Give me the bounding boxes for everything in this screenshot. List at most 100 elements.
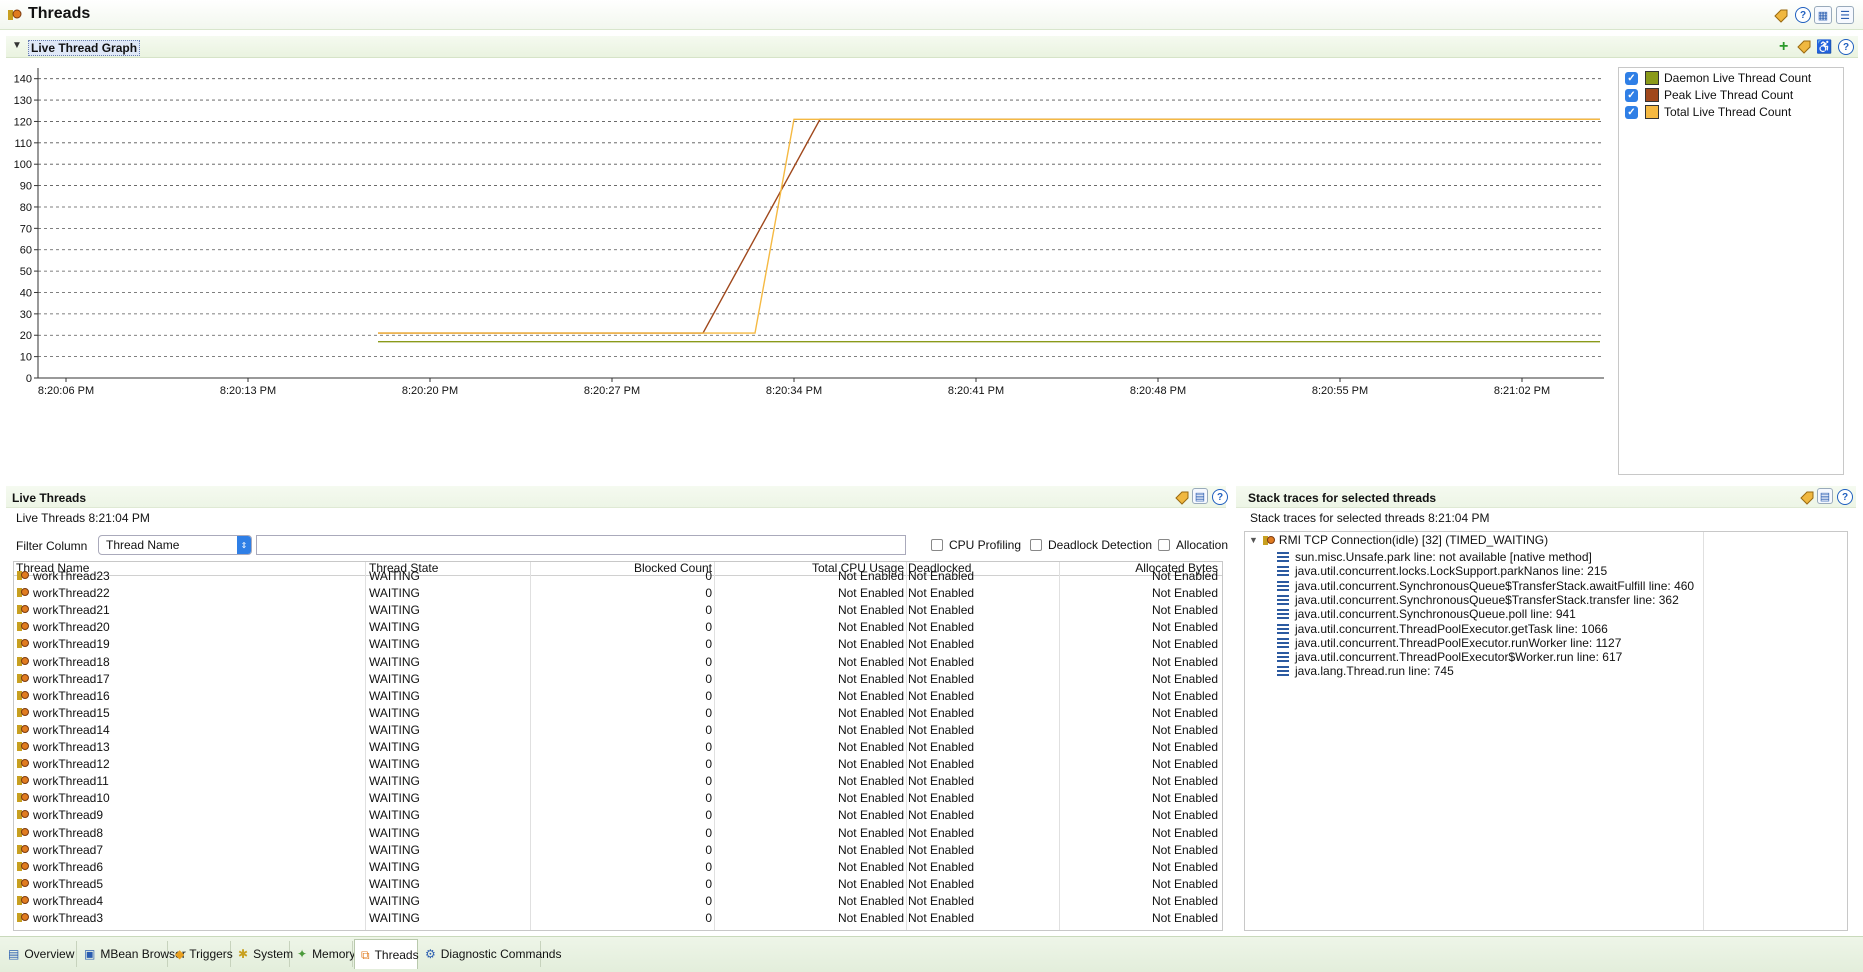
- reset-zoom-icon[interactable]: ♿: [1816, 39, 1832, 55]
- cpu-profiling-option[interactable]: CPU Profiling: [931, 538, 1021, 552]
- cell-blocked-count: 0: [705, 603, 712, 618]
- table-row[interactable]: workThread12 WAITING 0 Not Enabled Not Enabl…: [14, 756, 1222, 773]
- cell-allocated-bytes: Not Enabled: [1151, 705, 1218, 720]
- legend-item-daemon[interactable]: ✓ Daemon Live Thread Count: [1625, 70, 1811, 86]
- cell-deadlocked: Not Enabled: [908, 654, 975, 669]
- tab-overview[interactable]: ▤ Overview: [2, 941, 77, 967]
- tab-mbean-browser[interactable]: ▣ MBean Browser: [78, 941, 186, 967]
- table-row[interactable]: workThread6 WAITING 0 Not Enabled Not Enable…: [14, 859, 1222, 876]
- cell-total-cpu-usage: Not Enabled: [837, 859, 904, 874]
- refresh-icon[interactable]: [1799, 489, 1815, 508]
- checkbox-unchecked-icon[interactable]: [1158, 539, 1170, 551]
- table-row[interactable]: workThread3 WAITING 0 Not Enabled Not Enable…: [14, 910, 1222, 927]
- legend-label: Total Live Thread Count: [1664, 105, 1792, 119]
- deadlock-detection-option[interactable]: Deadlock Detection: [1030, 538, 1152, 552]
- cell-thread-state: WAITING: [369, 603, 420, 618]
- filter-column-label: Filter Column: [16, 539, 88, 553]
- cell-deadlocked: Not Enabled: [908, 808, 975, 823]
- triggers-icon: ◆: [175, 947, 185, 961]
- help-icon[interactable]: ?: [1795, 7, 1811, 23]
- stack-trace-tree[interactable]: ▼ RMI TCP Connection(idle) [32] (TIMED_W…: [1244, 531, 1848, 931]
- checkbox-checked-icon[interactable]: ✓: [1625, 88, 1638, 102]
- graph-section-header[interactable]: ▼ Live Thread Graph + ♿ ?: [6, 36, 1858, 58]
- x-tick-label: 8:20:48 PM: [1130, 385, 1186, 397]
- table-row[interactable]: workThread17 WAITING 0 Not Enabled Not Enabl…: [14, 671, 1222, 688]
- cell-allocated-bytes: Not Enabled: [1151, 603, 1218, 618]
- thread-icon: [16, 808, 30, 821]
- table-row[interactable]: workThread20 WAITING 0 Not Enabled Not Enabl…: [14, 619, 1222, 636]
- tab-label: Diagnostic Commands: [440, 947, 562, 961]
- add-icon[interactable]: +: [1779, 38, 1788, 56]
- table-row[interactable]: workThread7 WAITING 0 Not Enabled Not Enable…: [14, 842, 1222, 859]
- cell-allocated-bytes: Not Enabled: [1151, 688, 1218, 703]
- expand-triangle-icon[interactable]: ▼: [1249, 532, 1258, 549]
- checkbox-unchecked-icon[interactable]: [931, 539, 943, 551]
- list-layout-icon[interactable]: ☰: [1836, 6, 1854, 24]
- thread-name-text: workThread18: [33, 654, 110, 669]
- allocation-option[interactable]: Allocation: [1158, 538, 1228, 552]
- threads-icon: ⧉: [361, 947, 370, 962]
- thread-table[interactable]: Thread Name Thread State Blocked Count T…: [13, 561, 1223, 931]
- table-row[interactable]: workThread14 WAITING 0 Not Enabled Not Enabl…: [14, 722, 1222, 739]
- grid-layout-icon[interactable]: ▦: [1814, 6, 1832, 24]
- stack-frame-icon: [1277, 666, 1289, 677]
- table-row[interactable]: workThread22 WAITING 0 Not Enabled Not Enabl…: [14, 585, 1222, 602]
- x-tick-label: 8:20:06 PM: [38, 385, 94, 397]
- table-row[interactable]: workThread15 WAITING 0 Not Enabled Not Enabl…: [14, 705, 1222, 722]
- tree-thread-node[interactable]: ▼ RMI TCP Connection(idle) [32] (TIMED_W…: [1249, 532, 1548, 549]
- cell-deadlocked: Not Enabled: [908, 569, 975, 583]
- tab-system[interactable]: ✱ System: [232, 941, 293, 967]
- table-settings-icon[interactable]: ▤: [1817, 488, 1833, 504]
- y-tick-label: 100: [14, 159, 32, 171]
- cell-thread-state: WAITING: [369, 791, 420, 806]
- help-icon[interactable]: ?: [1838, 39, 1854, 55]
- graph-section-label[interactable]: Live Thread Graph: [28, 40, 141, 56]
- help-icon[interactable]: ?: [1212, 489, 1228, 505]
- cpu-profiling-label: CPU Profiling: [949, 538, 1022, 552]
- table-row[interactable]: workThread8 WAITING 0 Not Enabled Not Enable…: [14, 825, 1222, 842]
- tab-threads[interactable]: ⧉ Threads: [354, 939, 419, 969]
- cell-thread-name: workThread14: [16, 722, 361, 739]
- table-row[interactable]: workThread10 WAITING 0 Not Enabled Not Enabl…: [14, 790, 1222, 807]
- table-row[interactable]: workThread4 WAITING 0 Not Enabled Not Enable…: [14, 893, 1222, 910]
- checkbox-unchecked-icon[interactable]: [1030, 539, 1042, 551]
- table-settings-icon[interactable]: ▤: [1192, 488, 1208, 504]
- filter-column-select[interactable]: Thread Name ⇕: [98, 535, 252, 555]
- y-tick-label: 140: [14, 74, 32, 86]
- table-row[interactable]: workThread18 WAITING 0 Not Enabled Not Enabl…: [14, 654, 1222, 671]
- table-row[interactable]: workThread13 WAITING 0 Not Enabled Not Enabl…: [14, 739, 1222, 756]
- cell-blocked-count: 0: [705, 876, 712, 891]
- x-tick-label: 8:20:34 PM: [766, 385, 822, 397]
- thread-name-text: workThread11: [33, 774, 109, 789]
- legend-label: Peak Live Thread Count: [1664, 88, 1794, 102]
- refresh-icon[interactable]: [1796, 38, 1812, 57]
- tab-memory[interactable]: ✦ Memory: [291, 941, 355, 967]
- cell-deadlocked: Not Enabled: [908, 688, 975, 703]
- thread-icon: [16, 689, 30, 702]
- table-row[interactable]: workThread23 WAITING 0 Not Enabled Not Enabl…: [14, 568, 1222, 585]
- stack-frame-item[interactable]: java.lang.Thread.run line: 745: [1277, 663, 1454, 680]
- chevron-updown-icon[interactable]: ⇕: [237, 536, 251, 554]
- tab-diagnostic-commands[interactable]: ⚙ Diagnostic Commands: [419, 941, 561, 967]
- legend-item-total[interactable]: ✓ Total Live Thread Count: [1625, 104, 1791, 120]
- table-row[interactable]: workThread16 WAITING 0 Not Enabled Not Enabl…: [14, 688, 1222, 705]
- table-row[interactable]: workThread9 WAITING 0 Not Enabled Not Enable…: [14, 807, 1222, 824]
- refresh-icon[interactable]: [1174, 489, 1190, 508]
- filter-text-input[interactable]: [256, 535, 906, 555]
- collapse-triangle-icon[interactable]: ▼: [12, 40, 22, 51]
- table-row[interactable]: workThread11 WAITING 0 Not Enabled Not Enabl…: [14, 773, 1222, 790]
- checkbox-checked-icon[interactable]: ✓: [1625, 105, 1638, 119]
- table-row[interactable]: workThread19 WAITING 0 Not Enabled Not Enabl…: [14, 636, 1222, 653]
- allocation-label: Allocation: [1176, 538, 1229, 552]
- legend-item-peak[interactable]: ✓ Peak Live Thread Count: [1625, 87, 1793, 103]
- checkbox-checked-icon[interactable]: ✓: [1625, 71, 1638, 85]
- table-row[interactable]: workThread21 WAITING 0 Not Enabled Not Enabl…: [14, 602, 1222, 619]
- cell-thread-state: WAITING: [369, 705, 420, 720]
- tab-triggers[interactable]: ◆ Triggers: [169, 941, 233, 967]
- stack-frame-icon: [1277, 552, 1289, 563]
- refresh-icon[interactable]: [1772, 6, 1790, 27]
- cell-allocated-bytes: Not Enabled: [1151, 808, 1218, 823]
- table-row[interactable]: workThread5 WAITING 0 Not Enabled Not Enable…: [14, 876, 1222, 893]
- cell-thread-name: workThread10: [16, 790, 361, 807]
- help-icon[interactable]: ?: [1837, 489, 1853, 505]
